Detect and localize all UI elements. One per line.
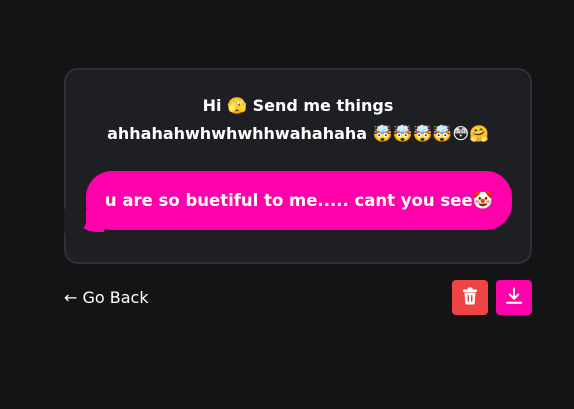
page: Hi 🫣 Send me things ahhahahwhwhwhhwahaha… (0, 0, 574, 409)
trash-icon (462, 287, 478, 309)
prompt-text: Hi 🫣 Send me things ahhahahwhwhwhhwahaha… (66, 92, 530, 148)
go-back-link[interactable]: ← Go Back (64, 288, 149, 308)
prompt-line-1: Hi 🫣 Send me things (202, 96, 394, 115)
prompt-line-2: ahhahahwhwhwhhwahahaha 🤯🤯🤯🤯😳🤗 (107, 124, 489, 143)
message-bubble: u are so buetiful to me..... cant you se… (86, 171, 512, 230)
download-icon (505, 287, 523, 309)
bubble-tail-mask (64, 209, 86, 233)
delete-button[interactable] (452, 280, 488, 315)
message-text: u are so buetiful to me..... cant you se… (104, 190, 494, 210)
download-button[interactable] (496, 280, 532, 315)
message-card: Hi 🫣 Send me things ahhahahwhwhwhhwahaha… (64, 68, 532, 264)
message-bubble-wrap: u are so buetiful to me..... cant you se… (64, 171, 512, 233)
